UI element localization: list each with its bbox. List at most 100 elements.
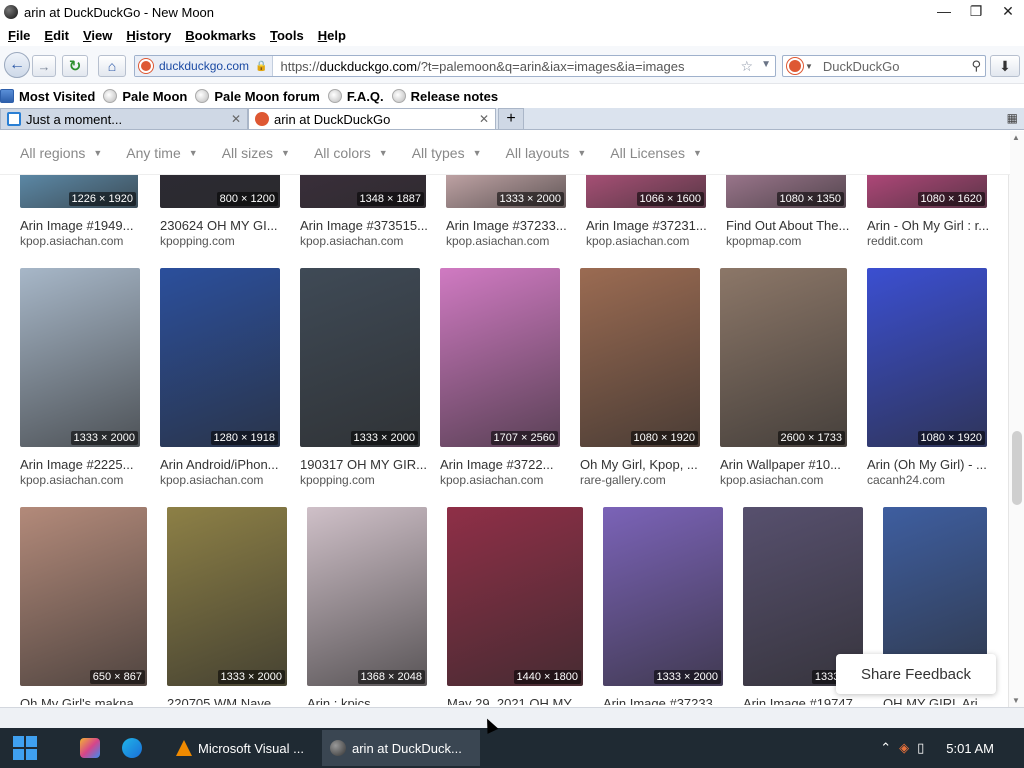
result-thumbnail[interactable]: 1066 × 1600 xyxy=(586,175,706,208)
result-title[interactable]: Arin Image #373515... xyxy=(300,218,434,233)
result-thumbnail[interactable]: 1080 × 1350 xyxy=(726,175,846,208)
filter-type[interactable]: All types ▼ xyxy=(412,145,482,161)
result-source[interactable]: kpop.asiachan.com xyxy=(300,234,434,248)
result-title[interactable]: Arin Image #37231... xyxy=(586,218,714,233)
downloads-button[interactable]: ⬇ xyxy=(990,55,1020,77)
clock[interactable]: 5:01 AM xyxy=(946,741,994,756)
result-source[interactable]: cacanh24.com xyxy=(867,473,995,487)
result-title[interactable]: Arin Image #1949... xyxy=(20,218,146,233)
result-title[interactable]: 190317 OH MY GIR... xyxy=(300,457,428,472)
result-thumbnail[interactable]: 1080 × 1920 xyxy=(580,268,700,447)
result-source[interactable]: kpopmap.com xyxy=(726,234,854,248)
result-thumbnail[interactable]: 1348 × 1887 xyxy=(300,175,426,208)
tab-duckduckgo[interactable]: arin at DuckDuckGo ✕ xyxy=(248,108,496,129)
result-source[interactable]: kpop.asiachan.com xyxy=(160,473,288,487)
search-box[interactable]: ▼ DuckDuckGo ⚲ xyxy=(782,55,986,77)
result-thumbnail[interactable]: 1080 × 1920 xyxy=(867,268,987,447)
url-dropdown-icon[interactable]: ▼ xyxy=(761,59,771,70)
result-thumbnail[interactable]: 1333 × 2000 xyxy=(167,507,287,686)
bookmark-star-icon[interactable]: ☆ xyxy=(740,58,753,75)
copilot-icon[interactable] xyxy=(80,738,100,758)
search-input[interactable]: DuckDuckGo xyxy=(823,59,900,74)
bookmark-most-visited[interactable]: Most Visited xyxy=(0,89,95,104)
result-source[interactable]: reddit.com xyxy=(867,234,995,248)
result-source[interactable]: rare-gallery.com xyxy=(580,473,708,487)
result-title[interactable]: OH MY GIRL Ari... xyxy=(883,696,995,705)
chevron-down-icon[interactable]: ▼ xyxy=(805,62,813,71)
bookmark-pale-moon-forum[interactable]: Pale Moon forum xyxy=(195,89,320,104)
result-source[interactable]: kpop.asiachan.com xyxy=(586,234,714,248)
result-title[interactable]: Arin : kpics xyxy=(307,696,435,705)
result-thumbnail[interactable]: 1280 × 1918 xyxy=(160,268,280,447)
vertical-scrollbar[interactable]: ▲ ▼ xyxy=(1008,131,1024,707)
new-tab-button[interactable]: + xyxy=(498,108,524,129)
site-identity[interactable]: duckduckgo.com 🔒 xyxy=(135,56,273,76)
result-title[interactable]: Arin Image #37233... xyxy=(603,696,731,705)
result-thumbnail[interactable]: 1707 × 2560 xyxy=(440,268,560,447)
bookmark-faq[interactable]: F.A.Q. xyxy=(327,89,384,104)
reload-button[interactable]: ↻ xyxy=(62,55,88,77)
tab-just-a-moment[interactable]: Just a moment... ✕ xyxy=(0,108,248,129)
result-thumbnail[interactable]: 1080 × 1620 xyxy=(867,175,987,208)
taskbar-item-vlc[interactable]: Microsoft Visual ... xyxy=(168,730,316,766)
search-engine-icon[interactable] xyxy=(787,58,803,74)
result-thumbnail[interactable]: 1333 × 2000 xyxy=(446,175,566,208)
filter-time[interactable]: Any time ▼ xyxy=(126,145,197,161)
filter-region[interactable]: All regions ▼ xyxy=(20,145,102,161)
result-thumbnail[interactable]: 650 × 867 xyxy=(20,507,147,686)
minimize-icon[interactable]: — xyxy=(928,0,960,22)
scroll-up-icon[interactable]: ▲ xyxy=(1012,133,1020,142)
menu-bookmarks[interactable]: Bookmarks xyxy=(185,28,256,43)
result-source[interactable]: kpop.asiachan.com xyxy=(20,473,148,487)
result-source[interactable]: kpop.asiachan.com xyxy=(20,234,146,248)
result-title[interactable]: Arin (Oh My Girl) - ... xyxy=(867,457,995,472)
close-icon[interactable]: ✕ xyxy=(992,0,1024,22)
tab-list-icon[interactable]: ▦ xyxy=(1007,111,1018,125)
result-title[interactable]: 230624 OH MY GI... xyxy=(160,218,288,233)
filter-layout[interactable]: All layouts ▼ xyxy=(506,145,587,161)
result-thumbnail[interactable]: 1333 × 2000 xyxy=(603,507,723,686)
share-feedback-button[interactable]: Share Feedback xyxy=(836,654,996,694)
result-title[interactable]: Arin Image #3722... xyxy=(440,457,568,472)
result-title[interactable]: Arin Wallpaper #10... xyxy=(720,457,855,472)
result-thumbnail[interactable]: 1440 × 1800 xyxy=(447,507,583,686)
filter-size[interactable]: All sizes ▼ xyxy=(222,145,290,161)
result-thumbnail[interactable]: 800 × 1200 xyxy=(160,175,280,208)
result-title[interactable]: Arin Image #37233... xyxy=(446,218,574,233)
result-source[interactable]: kpopping.com xyxy=(300,473,428,487)
scrollbar-thumb[interactable] xyxy=(1012,431,1022,505)
result-source[interactable]: kpopping.com xyxy=(160,234,288,248)
url-input[interactable]: https://duckduckgo.com/?t=palemoon&q=ari… xyxy=(281,59,726,74)
filter-color[interactable]: All colors ▼ xyxy=(314,145,388,161)
close-tab-icon[interactable]: ✕ xyxy=(231,112,241,126)
maximize-icon[interactable]: ❐ xyxy=(960,0,992,22)
bookmark-pale-moon[interactable]: Pale Moon xyxy=(103,89,187,104)
result-thumbnail[interactable]: 2600 × 1733 xyxy=(720,268,847,447)
menu-history[interactable]: History xyxy=(126,28,171,43)
result-thumbnail[interactable]: 1333 × 2000 xyxy=(300,268,420,447)
menu-edit[interactable]: Edit xyxy=(44,28,69,43)
scroll-down-icon[interactable]: ▼ xyxy=(1012,696,1020,705)
result-title[interactable]: Arin - Oh My Girl : r... xyxy=(867,218,995,233)
result-title[interactable]: Oh My Girl's makna... xyxy=(20,696,155,705)
result-title[interactable]: Arin Image #2225... xyxy=(20,457,148,472)
home-button[interactable]: ⌂ xyxy=(98,55,126,77)
filter-license[interactable]: All Licenses ▼ xyxy=(610,145,702,161)
menu-view[interactable]: View xyxy=(83,28,112,43)
result-title[interactable]: May 29, 2021 OH MY ... xyxy=(447,696,591,705)
shield-icon[interactable]: ◈ xyxy=(899,740,909,756)
result-title[interactable]: 220705 WM Nave... xyxy=(167,696,295,705)
result-title[interactable]: Arin Android/iPhon... xyxy=(160,457,288,472)
forward-button[interactable]: → xyxy=(32,55,56,77)
bookmark-release-notes[interactable]: Release notes xyxy=(391,89,498,104)
result-thumbnail[interactable]: 1226 × 1920 xyxy=(20,175,138,208)
result-source[interactable]: kpop.asiachan.com xyxy=(720,473,855,487)
result-thumbnail[interactable]: 1333 × 2000 xyxy=(20,268,140,447)
url-bar[interactable]: duckduckgo.com 🔒 https://duckduckgo.com/… xyxy=(134,55,776,77)
menu-tools[interactable]: Tools xyxy=(270,28,304,43)
back-button[interactable]: ← xyxy=(4,52,30,78)
result-title[interactable]: Arin Image #19747... xyxy=(743,696,871,705)
close-tab-icon[interactable]: ✕ xyxy=(479,112,489,126)
chevron-up-icon[interactable]: ⌃ xyxy=(880,740,891,756)
windows-start-icon[interactable] xyxy=(10,733,40,763)
